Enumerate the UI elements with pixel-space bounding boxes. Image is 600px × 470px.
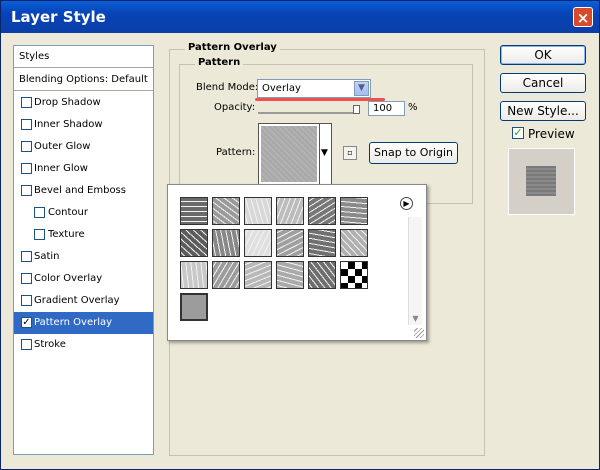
pattern-tile-fine-grain[interactable] [244, 261, 272, 289]
pattern-tile-solid-gray[interactable] [180, 293, 208, 321]
style-item-label: Outer Glow [34, 141, 91, 152]
style-checkbox[interactable]: ✓ [21, 317, 32, 328]
style-checkbox[interactable] [21, 141, 32, 152]
style-item-texture[interactable]: Texture [14, 224, 153, 246]
style-checkbox[interactable] [34, 207, 45, 218]
new-preset-icon[interactable]: ▫ [343, 146, 357, 160]
style-checkbox[interactable] [21, 185, 32, 196]
pattern-tile-checker[interactable] [340, 261, 368, 289]
caret-down-icon: ▼ [321, 148, 328, 158]
pattern-tile-dark-grain[interactable] [308, 229, 336, 257]
cancel-button[interactable]: Cancel [500, 73, 586, 93]
style-checkbox[interactable] [21, 97, 32, 108]
popup-scrollbar[interactable]: ▼ [408, 217, 422, 325]
pattern-tile-wrinkled[interactable] [180, 229, 208, 257]
new-style-button[interactable]: New Style... [500, 101, 586, 121]
style-item-drop-shadow[interactable]: Drop Shadow [14, 92, 153, 114]
blend-mode-label: Blend Mode: [196, 82, 259, 93]
opacity-unit: % [408, 102, 418, 113]
title-bar[interactable]: Layer Style × [1, 1, 599, 33]
style-item-label: Inner Shadow [34, 119, 103, 130]
opacity-slider-track[interactable] [258, 112, 360, 114]
pattern-picker-popup: ▶ ▼ [167, 184, 427, 341]
style-checkbox[interactable] [21, 273, 32, 284]
scroll-down-icon[interactable]: ▼ [409, 312, 422, 325]
style-item-label: Contour [48, 207, 88, 218]
opacity-slider-thumb[interactable] [353, 105, 360, 114]
play-menu-icon[interactable]: ▶ [400, 197, 413, 210]
style-item-label: Stroke [34, 339, 66, 350]
pattern-group-title: Pattern [195, 57, 244, 68]
style-item-gradient-overlay[interactable]: Gradient Overlay [14, 290, 153, 312]
pattern-tile-cells[interactable] [308, 261, 336, 289]
pattern-tile-noise-light[interactable] [212, 197, 240, 225]
preview-label: Preview [528, 127, 575, 141]
style-checkbox[interactable] [21, 163, 32, 174]
pattern-tile-cloth[interactable] [212, 261, 240, 289]
pattern-tile-light-noise[interactable] [180, 261, 208, 289]
preview-checkbox[interactable]: ✓ [512, 127, 524, 139]
pattern-tile-spatter[interactable] [244, 229, 272, 257]
ok-button[interactable]: OK [500, 45, 586, 65]
pattern-tile-scratch[interactable] [340, 229, 368, 257]
close-icon: × [576, 9, 590, 27]
style-item-label: Color Overlay [34, 273, 103, 284]
style-item-label: Texture [48, 229, 85, 240]
style-item-inner-glow[interactable]: Inner Glow [14, 158, 153, 180]
style-item-label: Satin [34, 251, 60, 262]
style-item-bevel-and-emboss[interactable]: Bevel and Emboss [14, 180, 153, 202]
highlight-underline [255, 98, 385, 101]
chevron-down-icon: ▼ [354, 81, 369, 96]
style-checkbox[interactable] [21, 295, 32, 306]
opacity-label: Opacity: [214, 102, 256, 113]
pattern-tile-gray-noise[interactable] [276, 197, 304, 225]
pattern-tile-speckle[interactable] [244, 197, 272, 225]
pattern-picker-toggle[interactable]: ▼ [320, 123, 332, 185]
pattern-label: Pattern: [216, 147, 256, 158]
pattern-tile-dense-noise[interactable] [276, 229, 304, 257]
dialog-title: Layer Style [11, 8, 106, 26]
close-button[interactable]: × [573, 7, 593, 27]
style-item-label: Gradient Overlay [34, 295, 120, 306]
style-item-outer-glow[interactable]: Outer Glow [14, 136, 153, 158]
style-item-label: Pattern Overlay [34, 317, 113, 328]
pattern-tile-dark-mesh[interactable] [180, 197, 208, 225]
pattern-tile-fibers[interactable] [276, 261, 304, 289]
style-item-stroke[interactable]: Stroke [14, 334, 153, 356]
style-checkbox[interactable] [21, 339, 32, 350]
blend-mode-value: Overlay [262, 83, 301, 94]
pattern-overlay-title: Pattern Overlay [185, 42, 280, 53]
style-item-color-overlay[interactable]: Color Overlay [14, 268, 153, 290]
pattern-tile-stone[interactable] [340, 197, 368, 225]
styles-header[interactable]: Styles [14, 46, 153, 68]
pattern-swatch[interactable] [258, 123, 320, 185]
style-checkbox[interactable] [34, 229, 45, 240]
style-checkbox[interactable] [21, 119, 32, 130]
style-item-label: Drop Shadow [34, 97, 101, 108]
pattern-tile-bark[interactable] [308, 197, 336, 225]
blending-options-item[interactable]: Blending Options: Default [14, 69, 153, 91]
style-item-satin[interactable]: Satin [14, 246, 153, 268]
blend-mode-select[interactable]: Overlay ▼ [257, 79, 371, 98]
style-item-label: Inner Glow [34, 163, 88, 174]
style-item-label: Bevel and Emboss [34, 185, 126, 196]
style-preview [508, 148, 575, 215]
style-checkbox[interactable] [21, 251, 32, 262]
opacity-input[interactable]: 100 [368, 101, 405, 116]
style-item-contour[interactable]: Contour [14, 202, 153, 224]
layer-style-dialog: Layer Style × Styles Blending Options: D… [0, 0, 600, 470]
style-item-inner-shadow[interactable]: Inner Shadow [14, 114, 153, 136]
resize-grip-icon[interactable] [414, 328, 424, 338]
snap-to-origin-button[interactable]: Snap to Origin [369, 142, 458, 164]
styles-list: Styles Blending Options: Default Drop Sh… [13, 45, 154, 455]
pattern-tile-crumple[interactable] [212, 229, 240, 257]
style-item-pattern-overlay[interactable]: ✓ Pattern Overlay [14, 312, 153, 334]
